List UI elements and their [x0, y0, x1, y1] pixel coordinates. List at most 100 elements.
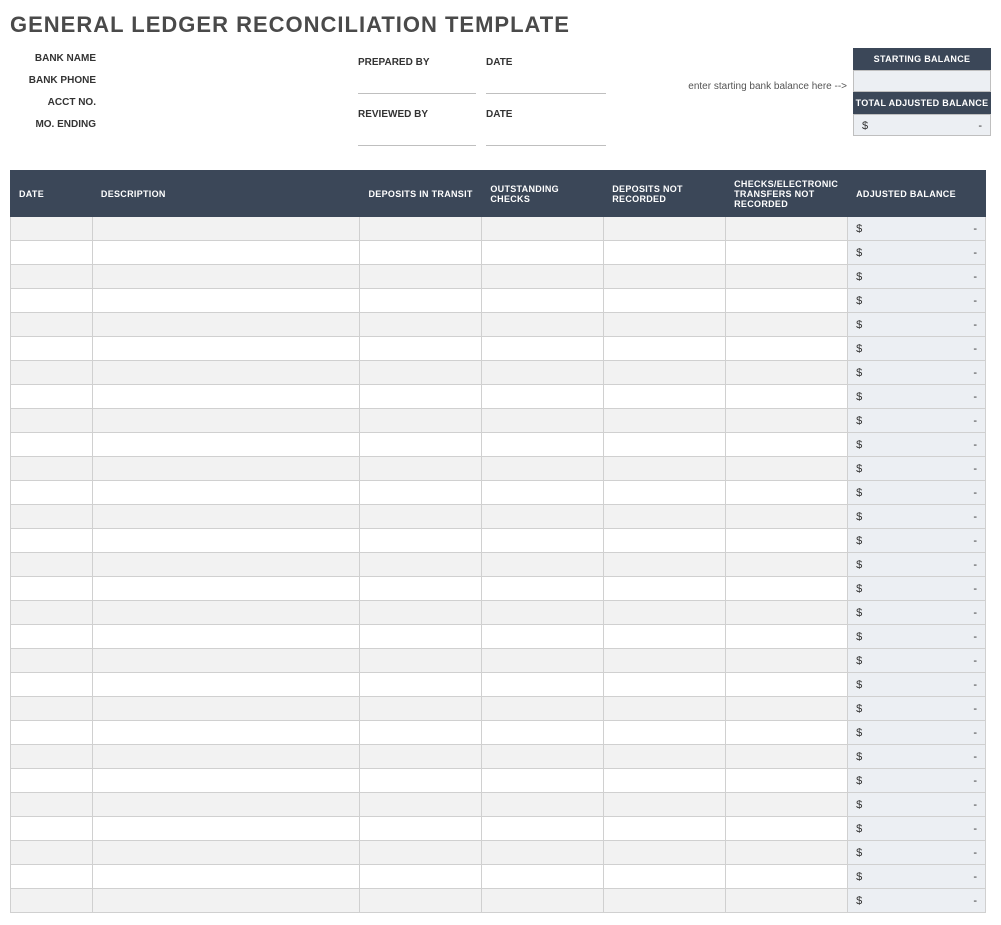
table-cell[interactable] — [726, 337, 848, 361]
table-cell[interactable] — [482, 865, 604, 889]
table-cell[interactable] — [11, 217, 93, 241]
table-cell[interactable] — [360, 505, 482, 529]
table-cell[interactable] — [11, 337, 93, 361]
table-cell[interactable] — [11, 481, 93, 505]
table-cell[interactable] — [604, 385, 726, 409]
table-cell[interactable] — [604, 817, 726, 841]
table-cell[interactable] — [360, 337, 482, 361]
table-cell[interactable] — [11, 793, 93, 817]
table-cell[interactable] — [604, 625, 726, 649]
table-cell[interactable] — [726, 361, 848, 385]
table-cell[interactable] — [604, 721, 726, 745]
table-cell[interactable] — [360, 481, 482, 505]
table-cell[interactable] — [604, 769, 726, 793]
table-cell[interactable] — [11, 817, 93, 841]
table-cell[interactable] — [604, 529, 726, 553]
table-cell[interactable] — [92, 841, 360, 865]
table-cell[interactable] — [360, 289, 482, 313]
table-cell[interactable] — [726, 409, 848, 433]
table-cell[interactable] — [11, 457, 93, 481]
table-cell[interactable] — [360, 217, 482, 241]
table-cell[interactable] — [11, 889, 93, 913]
table-cell[interactable] — [11, 697, 93, 721]
table-cell[interactable] — [92, 577, 360, 601]
table-cell[interactable] — [604, 505, 726, 529]
table-cell[interactable] — [11, 721, 93, 745]
table-cell[interactable] — [11, 553, 93, 577]
table-cell[interactable] — [11, 361, 93, 385]
table-cell[interactable] — [11, 505, 93, 529]
table-cell[interactable] — [482, 841, 604, 865]
table-cell[interactable] — [482, 505, 604, 529]
table-cell[interactable] — [726, 865, 848, 889]
table-cell[interactable] — [11, 577, 93, 601]
table-cell[interactable] — [604, 889, 726, 913]
table-cell[interactable] — [604, 409, 726, 433]
table-cell[interactable] — [92, 217, 360, 241]
table-cell[interactable] — [360, 313, 482, 337]
table-cell[interactable] — [726, 433, 848, 457]
table-cell[interactable] — [360, 409, 482, 433]
table-cell[interactable] — [11, 601, 93, 625]
starting-balance-cell[interactable] — [853, 70, 991, 92]
table-cell[interactable] — [726, 673, 848, 697]
table-cell[interactable] — [482, 817, 604, 841]
table-cell[interactable] — [92, 505, 360, 529]
table-cell[interactable] — [92, 361, 360, 385]
table-cell[interactable] — [604, 649, 726, 673]
table-cell[interactable] — [360, 625, 482, 649]
table-cell[interactable] — [92, 745, 360, 769]
table-cell[interactable] — [92, 865, 360, 889]
table-cell[interactable] — [482, 457, 604, 481]
table-cell[interactable] — [11, 649, 93, 673]
table-cell[interactable] — [482, 289, 604, 313]
table-cell[interactable] — [360, 841, 482, 865]
table-cell[interactable] — [604, 337, 726, 361]
table-cell[interactable] — [726, 769, 848, 793]
table-cell[interactable] — [92, 289, 360, 313]
table-cell[interactable] — [482, 265, 604, 289]
table-cell[interactable] — [482, 889, 604, 913]
input-date-1[interactable] — [486, 74, 606, 94]
table-cell[interactable] — [11, 841, 93, 865]
table-cell[interactable] — [726, 721, 848, 745]
table-cell[interactable] — [482, 769, 604, 793]
table-cell[interactable] — [92, 793, 360, 817]
table-cell[interactable] — [604, 289, 726, 313]
table-cell[interactable] — [482, 337, 604, 361]
table-cell[interactable] — [92, 385, 360, 409]
table-cell[interactable] — [726, 457, 848, 481]
table-cell[interactable] — [604, 553, 726, 577]
table-cell[interactable] — [360, 793, 482, 817]
table-cell[interactable] — [360, 769, 482, 793]
table-cell[interactable] — [360, 745, 482, 769]
table-cell[interactable] — [360, 601, 482, 625]
table-cell[interactable] — [726, 529, 848, 553]
table-cell[interactable] — [360, 817, 482, 841]
table-cell[interactable] — [604, 361, 726, 385]
table-cell[interactable] — [482, 385, 604, 409]
table-cell[interactable] — [482, 361, 604, 385]
table-cell[interactable] — [360, 457, 482, 481]
table-cell[interactable] — [360, 265, 482, 289]
table-cell[interactable] — [92, 625, 360, 649]
table-cell[interactable] — [726, 841, 848, 865]
table-cell[interactable] — [482, 409, 604, 433]
table-cell[interactable] — [11, 745, 93, 769]
table-cell[interactable] — [604, 481, 726, 505]
table-cell[interactable] — [11, 625, 93, 649]
table-cell[interactable] — [92, 241, 360, 265]
table-cell[interactable] — [482, 721, 604, 745]
table-cell[interactable] — [604, 697, 726, 721]
table-cell[interactable] — [11, 313, 93, 337]
table-cell[interactable] — [604, 793, 726, 817]
table-cell[interactable] — [482, 241, 604, 265]
table-cell[interactable] — [482, 793, 604, 817]
table-cell[interactable] — [726, 625, 848, 649]
table-cell[interactable] — [92, 649, 360, 673]
table-cell[interactable] — [604, 745, 726, 769]
table-cell[interactable] — [360, 721, 482, 745]
table-cell[interactable] — [726, 697, 848, 721]
table-cell[interactable] — [92, 481, 360, 505]
table-cell[interactable] — [604, 601, 726, 625]
